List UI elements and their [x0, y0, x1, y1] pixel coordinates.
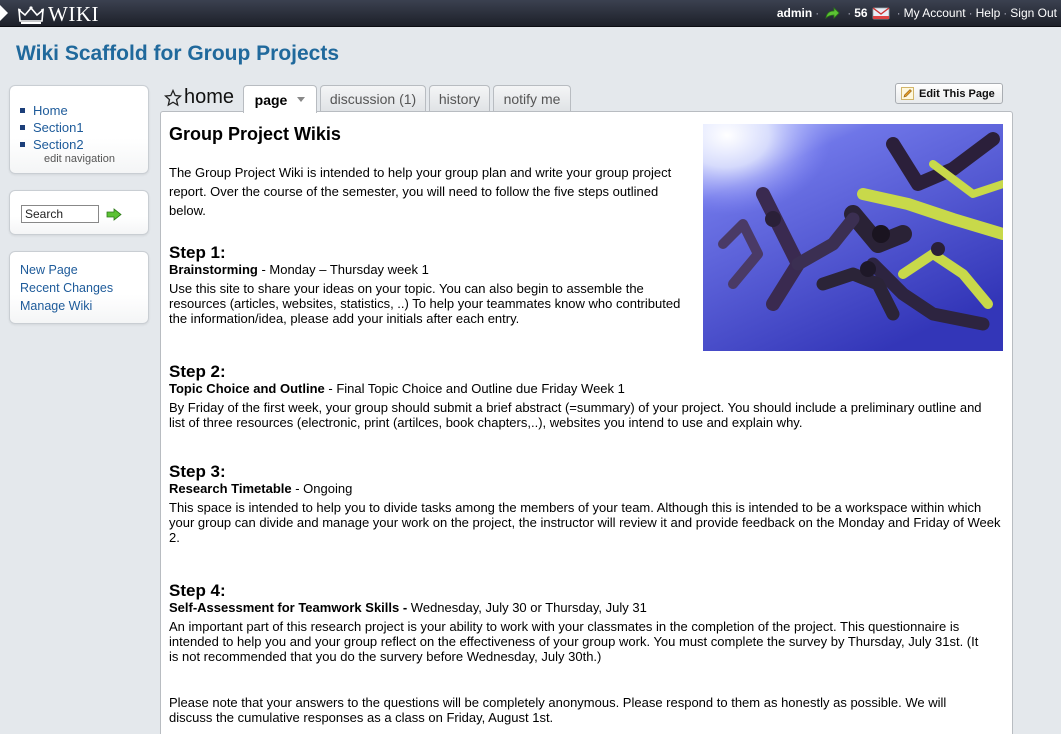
search-go-arrow-icon[interactable] [106, 208, 122, 221]
menu-caret-icon[interactable] [0, 5, 8, 21]
step-3-heading: Step 3: [169, 462, 226, 481]
step-1-schedule: - Monday – Thursday week 1 [257, 262, 429, 277]
nav-list: Home Section1 Section2 [20, 102, 84, 153]
wiki-logo[interactable]: WIKI [18, 2, 99, 27]
content-title: Group Project Wikis [169, 124, 341, 144]
tab-notify-me[interactable]: notify me [493, 85, 571, 112]
step-3-body: This space is intended to help you to di… [169, 500, 1001, 545]
tab-discussion[interactable]: discussion (1) [320, 85, 426, 112]
step-2-subtitle: Topic Choice and Outline - Final Topic C… [169, 381, 625, 396]
logo-text: WIKI [48, 2, 99, 26]
chevron-down-icon[interactable] [297, 97, 306, 102]
navigation-box: Home Section1 Section2 edit navigation [9, 85, 149, 174]
text-line: resources (articles, websites, statistic… [169, 296, 681, 311]
text-line: Please note that your answers to the que… [169, 695, 947, 710]
crown-icon [18, 5, 44, 24]
step-4-heading: Step 4: [169, 581, 226, 600]
star-icon[interactable] [164, 88, 182, 107]
top-bar: WIKI admin · · 56 · My Account · Help · … [0, 0, 1061, 27]
nav-link[interactable]: Section2 [33, 137, 84, 152]
step-1-subtitle: Brainstorming - Monday – Thursday week 1 [169, 262, 429, 277]
text-line: discuss the cumulative responses as a cl… [169, 710, 554, 725]
bullet-icon [20, 125, 25, 130]
search-box [9, 190, 149, 235]
step-2-schedule: - Final Topic Choice and Outline due Fri… [324, 381, 625, 396]
text-line: intended to help you and your group refl… [169, 634, 979, 649]
separator: · [896, 6, 901, 20]
nav-link[interactable]: Home [33, 103, 68, 118]
separator: · [847, 6, 852, 20]
nav-item-section1[interactable]: Section1 [20, 119, 84, 136]
text-line: By Friday of the first week, your group … [169, 400, 982, 415]
text-line: report. Over the course of the semester,… [169, 184, 659, 199]
step-4-body: An important part of this research proje… [169, 619, 978, 664]
text-line: below. [169, 203, 206, 218]
separator: · [968, 6, 973, 20]
step-1-title: Brainstorming [169, 262, 258, 277]
step-3-title: Research Timetable [169, 481, 292, 496]
green-arrow-icon[interactable] [824, 6, 840, 20]
text-line: your group can divide and manage your wo… [169, 515, 1001, 530]
text-line: is not recommended that you do the surve… [169, 649, 602, 664]
tab-label: page [254, 91, 288, 108]
tab-label: history [438, 91, 481, 107]
step-1-heading: Step 1: [169, 243, 226, 262]
tab-page[interactable]: page [243, 85, 317, 113]
step-1-body: Use this site to share your ideas on you… [169, 281, 680, 326]
step-4-schedule: Wednesday, July 30 or Thursday, July 31 [407, 600, 647, 615]
help-link[interactable]: Help [976, 6, 1001, 20]
my-account-link[interactable]: My Account [904, 6, 966, 20]
bullet-icon [20, 142, 25, 147]
step-3-schedule: - Ongoing [291, 481, 353, 496]
step-2-title: Topic Choice and Outline [169, 381, 325, 396]
site-title[interactable]: Wiki Scaffold for Group Projects [16, 42, 339, 66]
user-bar: admin · · 56 · My Account · Help · Sign … [777, 6, 1057, 20]
text-line: An important part of this research proje… [169, 619, 960, 634]
content-panel: Group Project Wikis The Group Project Wi… [160, 111, 1013, 734]
text-line: Use this site to share your ideas on you… [169, 281, 644, 296]
closing-paragraph: Please note that your answers to the que… [169, 695, 946, 725]
new-page-link[interactable]: New Page [20, 263, 78, 277]
intro-paragraph: The Group Project Wiki is intended to he… [169, 163, 671, 220]
nav-item-home[interactable]: Home [20, 102, 84, 119]
step-3-subtitle: Research Timetable - Ongoing [169, 481, 352, 496]
text-line: 2. [169, 530, 180, 545]
tab-label: discussion (1) [329, 91, 417, 107]
text-line: This space is intended to help you to di… [169, 500, 982, 515]
nav-link[interactable]: Section1 [33, 120, 84, 135]
nav-item-section2[interactable]: Section2 [20, 136, 84, 153]
step-4-subtitle: Self-Assessment for Teamwork Skills - We… [169, 600, 647, 615]
edit-page-button[interactable]: Edit This Page [895, 83, 1003, 104]
page-name: home [164, 86, 234, 109]
tab-label: notify me [503, 91, 561, 107]
search-input[interactable] [21, 205, 99, 223]
tab-history[interactable]: history [429, 85, 490, 112]
manage-wiki-link[interactable]: Manage Wiki [20, 299, 92, 313]
page-title: home [184, 86, 235, 108]
wiki-tools-box: New Page Recent Changes Manage Wiki [9, 251, 149, 324]
pencil-icon [901, 87, 914, 100]
skydivers-photo [703, 124, 1003, 351]
text-line: the information/idea, please add your in… [169, 311, 520, 326]
separator: · [1003, 6, 1008, 20]
edit-navigation-link[interactable]: edit navigation [44, 153, 115, 165]
separator: · [815, 6, 820, 20]
username-link[interactable]: admin [777, 6, 812, 20]
step-2-heading: Step 2: [169, 362, 226, 381]
bullet-icon [20, 108, 25, 113]
step-2-body: By Friday of the first week, your group … [169, 400, 982, 430]
edit-button-label: Edit This Page [919, 87, 995, 100]
message-count[interactable]: 56 [854, 6, 867, 20]
step-4-title: Self-Assessment for Teamwork Skills - [169, 600, 408, 615]
mail-icon[interactable] [872, 6, 890, 20]
recent-changes-link[interactable]: Recent Changes [20, 281, 113, 295]
sign-out-link[interactable]: Sign Out [1010, 6, 1057, 20]
text-line: The Group Project Wiki is intended to he… [169, 165, 672, 180]
text-line: list of three resources (electronic, pri… [169, 415, 803, 430]
